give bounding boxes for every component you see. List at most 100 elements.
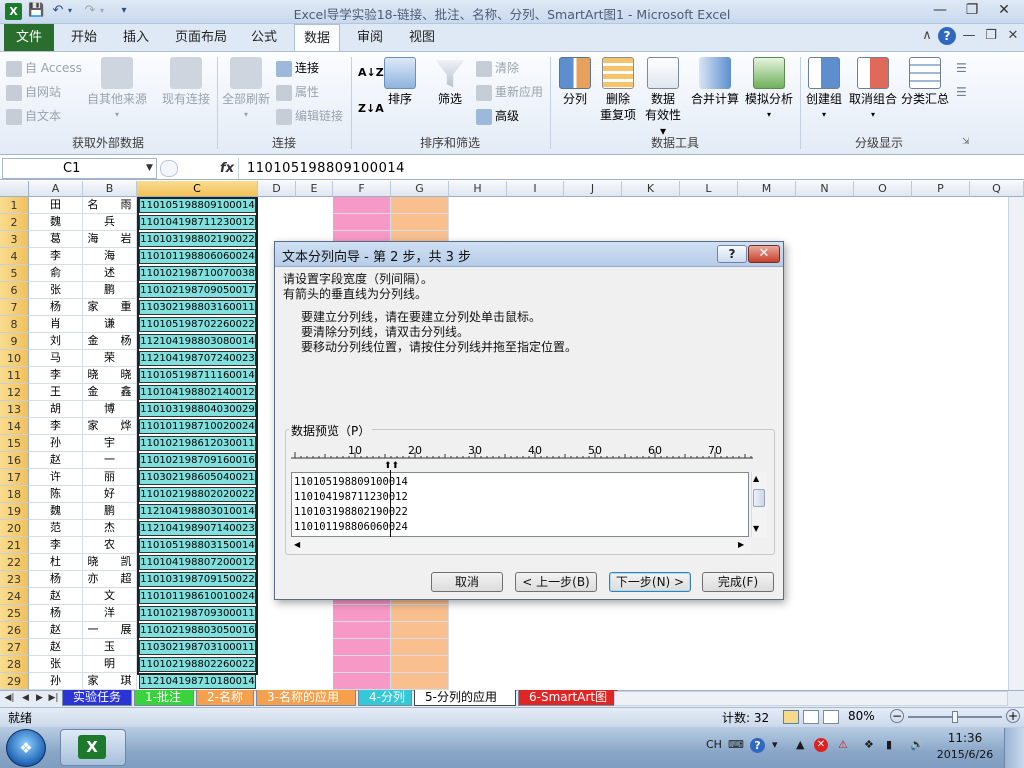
cell-name-surname[interactable]: 胡 — [29, 401, 83, 418]
zoom-in-icon[interactable]: + — [1006, 709, 1020, 723]
cell-id-number[interactable]: 112104198710180014 — [139, 674, 256, 689]
column-header-g[interactable]: G — [391, 181, 449, 197]
cell-name-surname[interactable]: 陈 — [29, 486, 83, 503]
remove-duplicates-button[interactable]: 删除 重复项 — [598, 57, 638, 123]
edit-links-button[interactable]: 编辑链接 — [276, 105, 343, 127]
cell-name-surname[interactable]: 杨 — [29, 299, 83, 316]
row-header-3[interactable]: 3 — [0, 231, 29, 248]
cell-name-surname[interactable]: 田 — [29, 197, 83, 214]
cell-name-given[interactable]: 好 — [83, 486, 137, 503]
column-header-b[interactable]: B — [83, 181, 137, 197]
cell-name-surname[interactable]: 李 — [29, 537, 83, 554]
group-button[interactable]: 创建组 ▾ — [804, 57, 844, 123]
doc-minimize-icon[interactable]: — — [960, 27, 978, 45]
zoom-slider-thumb[interactable] — [952, 711, 958, 723]
column-header-a[interactable]: A — [29, 181, 83, 197]
row-header-15[interactable]: 15 — [0, 435, 29, 452]
cell-name-given[interactable]: 鹏 — [83, 282, 137, 299]
cell-name-given[interactable]: 海 — [83, 248, 137, 265]
row-header-4[interactable]: 4 — [0, 248, 29, 265]
windows-flag-icon[interactable]: ❖ — [864, 738, 874, 751]
cell-name-given[interactable]: 家 重 — [83, 299, 137, 316]
cell-name-given[interactable]: 一 — [83, 452, 137, 469]
tab-home[interactable]: 开始 — [62, 24, 106, 51]
doc-close-icon[interactable]: ✕ — [1004, 27, 1022, 45]
cell-name-given[interactable]: 名 雨 — [83, 197, 137, 214]
row-header-7[interactable]: 7 — [0, 299, 29, 316]
security-alert-icon[interactable]: ✕ — [814, 738, 828, 752]
column-header-q[interactable]: Q — [970, 181, 1024, 197]
cell-name-given[interactable]: 明 — [83, 656, 137, 673]
row-header-10[interactable]: 10 — [0, 350, 29, 367]
row-header-22[interactable]: 22 — [0, 554, 29, 571]
cell-name-given[interactable]: 述 — [83, 265, 137, 282]
volume-icon[interactable]: 🔊 — [910, 738, 924, 751]
first-sheet-icon[interactable]: ◀| — [4, 691, 15, 705]
cell-g-colored[interactable] — [391, 214, 449, 231]
ungroup-button[interactable]: 取消组合 ▾ — [848, 57, 898, 123]
cell-name-given[interactable]: 谦 — [83, 316, 137, 333]
row-header-14[interactable]: 14 — [0, 418, 29, 435]
cell-name-surname[interactable]: 李 — [29, 248, 83, 265]
cell-name-surname[interactable]: 魏 — [29, 503, 83, 520]
cell-name-surname[interactable]: 赵 — [29, 622, 83, 639]
row-header-24[interactable]: 24 — [0, 588, 29, 605]
cell-name-given[interactable]: 宇 — [83, 435, 137, 452]
tray-help-icon[interactable]: ? — [750, 738, 765, 753]
column-header-i[interactable]: I — [507, 181, 564, 197]
subtotal-button[interactable]: 分类汇总 — [900, 57, 950, 107]
insert-function-button[interactable]: fx — [220, 158, 234, 179]
zoom-out-icon[interactable]: − — [890, 709, 904, 723]
sheet-tab-2[interactable]: 1-批注 — [134, 690, 194, 706]
normal-view-icon[interactable] — [783, 710, 799, 724]
redo-icon[interactable]: ↷ — [82, 3, 98, 19]
column-break-arrow-icon[interactable]: ⬆⬆ — [384, 462, 399, 471]
preview-scroll-up-icon[interactable]: ▲ — [753, 474, 759, 483]
next-sheet-icon[interactable]: ▶ — [34, 691, 45, 705]
finish-button[interactable]: 完成(F) — [702, 572, 774, 592]
customize-qat-icon[interactable]: ▾ — [116, 3, 132, 19]
cell-f-colored[interactable] — [333, 197, 391, 214]
what-if-analysis-button[interactable]: 模拟分析 ▾ — [742, 57, 796, 123]
undo-icon[interactable]: ↶ — [50, 3, 66, 19]
cell-name-given[interactable]: 博 — [83, 401, 137, 418]
cell-g-colored[interactable] — [391, 197, 449, 214]
signal-icon[interactable]: ▮ — [886, 738, 892, 751]
from-access-button[interactable]: 自 Access — [6, 57, 82, 79]
column-ruler[interactable]: 10 20 30 40 50 60 70 — [291, 444, 753, 464]
existing-connections-button[interactable]: 现有连接 — [156, 57, 216, 107]
cell-name-surname[interactable]: 赵 — [29, 452, 83, 469]
cell-name-given[interactable]: 金 鑫 — [83, 384, 137, 401]
cell-name-surname[interactable]: 刘 — [29, 333, 83, 350]
cell-name-given[interactable]: 文 — [83, 588, 137, 605]
cell-name-surname[interactable]: 张 — [29, 656, 83, 673]
cell-name-given[interactable]: 亦 超 — [83, 571, 137, 588]
name-box-dropdown-icon[interactable]: ▼ — [146, 158, 153, 179]
preview-scroll-thumb[interactable] — [753, 489, 765, 507]
formula-bar-expand-icon[interactable] — [160, 160, 178, 177]
cell-name-surname[interactable]: 葛 — [29, 231, 83, 248]
cell-f-colored[interactable] — [333, 214, 391, 231]
show-detail-icon[interactable]: ☰ — [956, 57, 967, 79]
input-language[interactable]: CH — [706, 738, 722, 751]
column-header-k[interactable]: K — [622, 181, 680, 197]
ribbon-collapse-icon[interactable]: ∧ — [918, 27, 936, 45]
vertical-scrollbar[interactable] — [1008, 197, 1024, 690]
clear-filter-button[interactable]: 清除 — [476, 57, 519, 79]
keyboard-icon[interactable]: ⌨ — [728, 738, 744, 751]
row-header-2[interactable]: 2 — [0, 214, 29, 231]
row-header-20[interactable]: 20 — [0, 520, 29, 537]
doc-restore-icon[interactable]: ❐ — [982, 27, 1000, 45]
last-sheet-icon[interactable]: ▶| — [48, 691, 59, 705]
row-header-12[interactable]: 12 — [0, 384, 29, 401]
cell-name-surname[interactable]: 王 — [29, 384, 83, 401]
sheet-tab-4[interactable]: 3-名称的应用 — [256, 690, 356, 706]
sort-az-button[interactable]: A↓Z — [358, 62, 384, 84]
cell-name-surname[interactable]: 范 — [29, 520, 83, 537]
cell-name-given[interactable]: 海 岩 — [83, 231, 137, 248]
outline-dialog-launcher-icon[interactable]: ⇲ — [962, 137, 970, 147]
column-header-c[interactable]: C — [137, 181, 258, 197]
cell-f-colored[interactable] — [333, 605, 391, 622]
tab-page-layout[interactable]: 页面布局 — [168, 24, 234, 51]
cell-name-given[interactable]: 玉 — [83, 639, 137, 656]
